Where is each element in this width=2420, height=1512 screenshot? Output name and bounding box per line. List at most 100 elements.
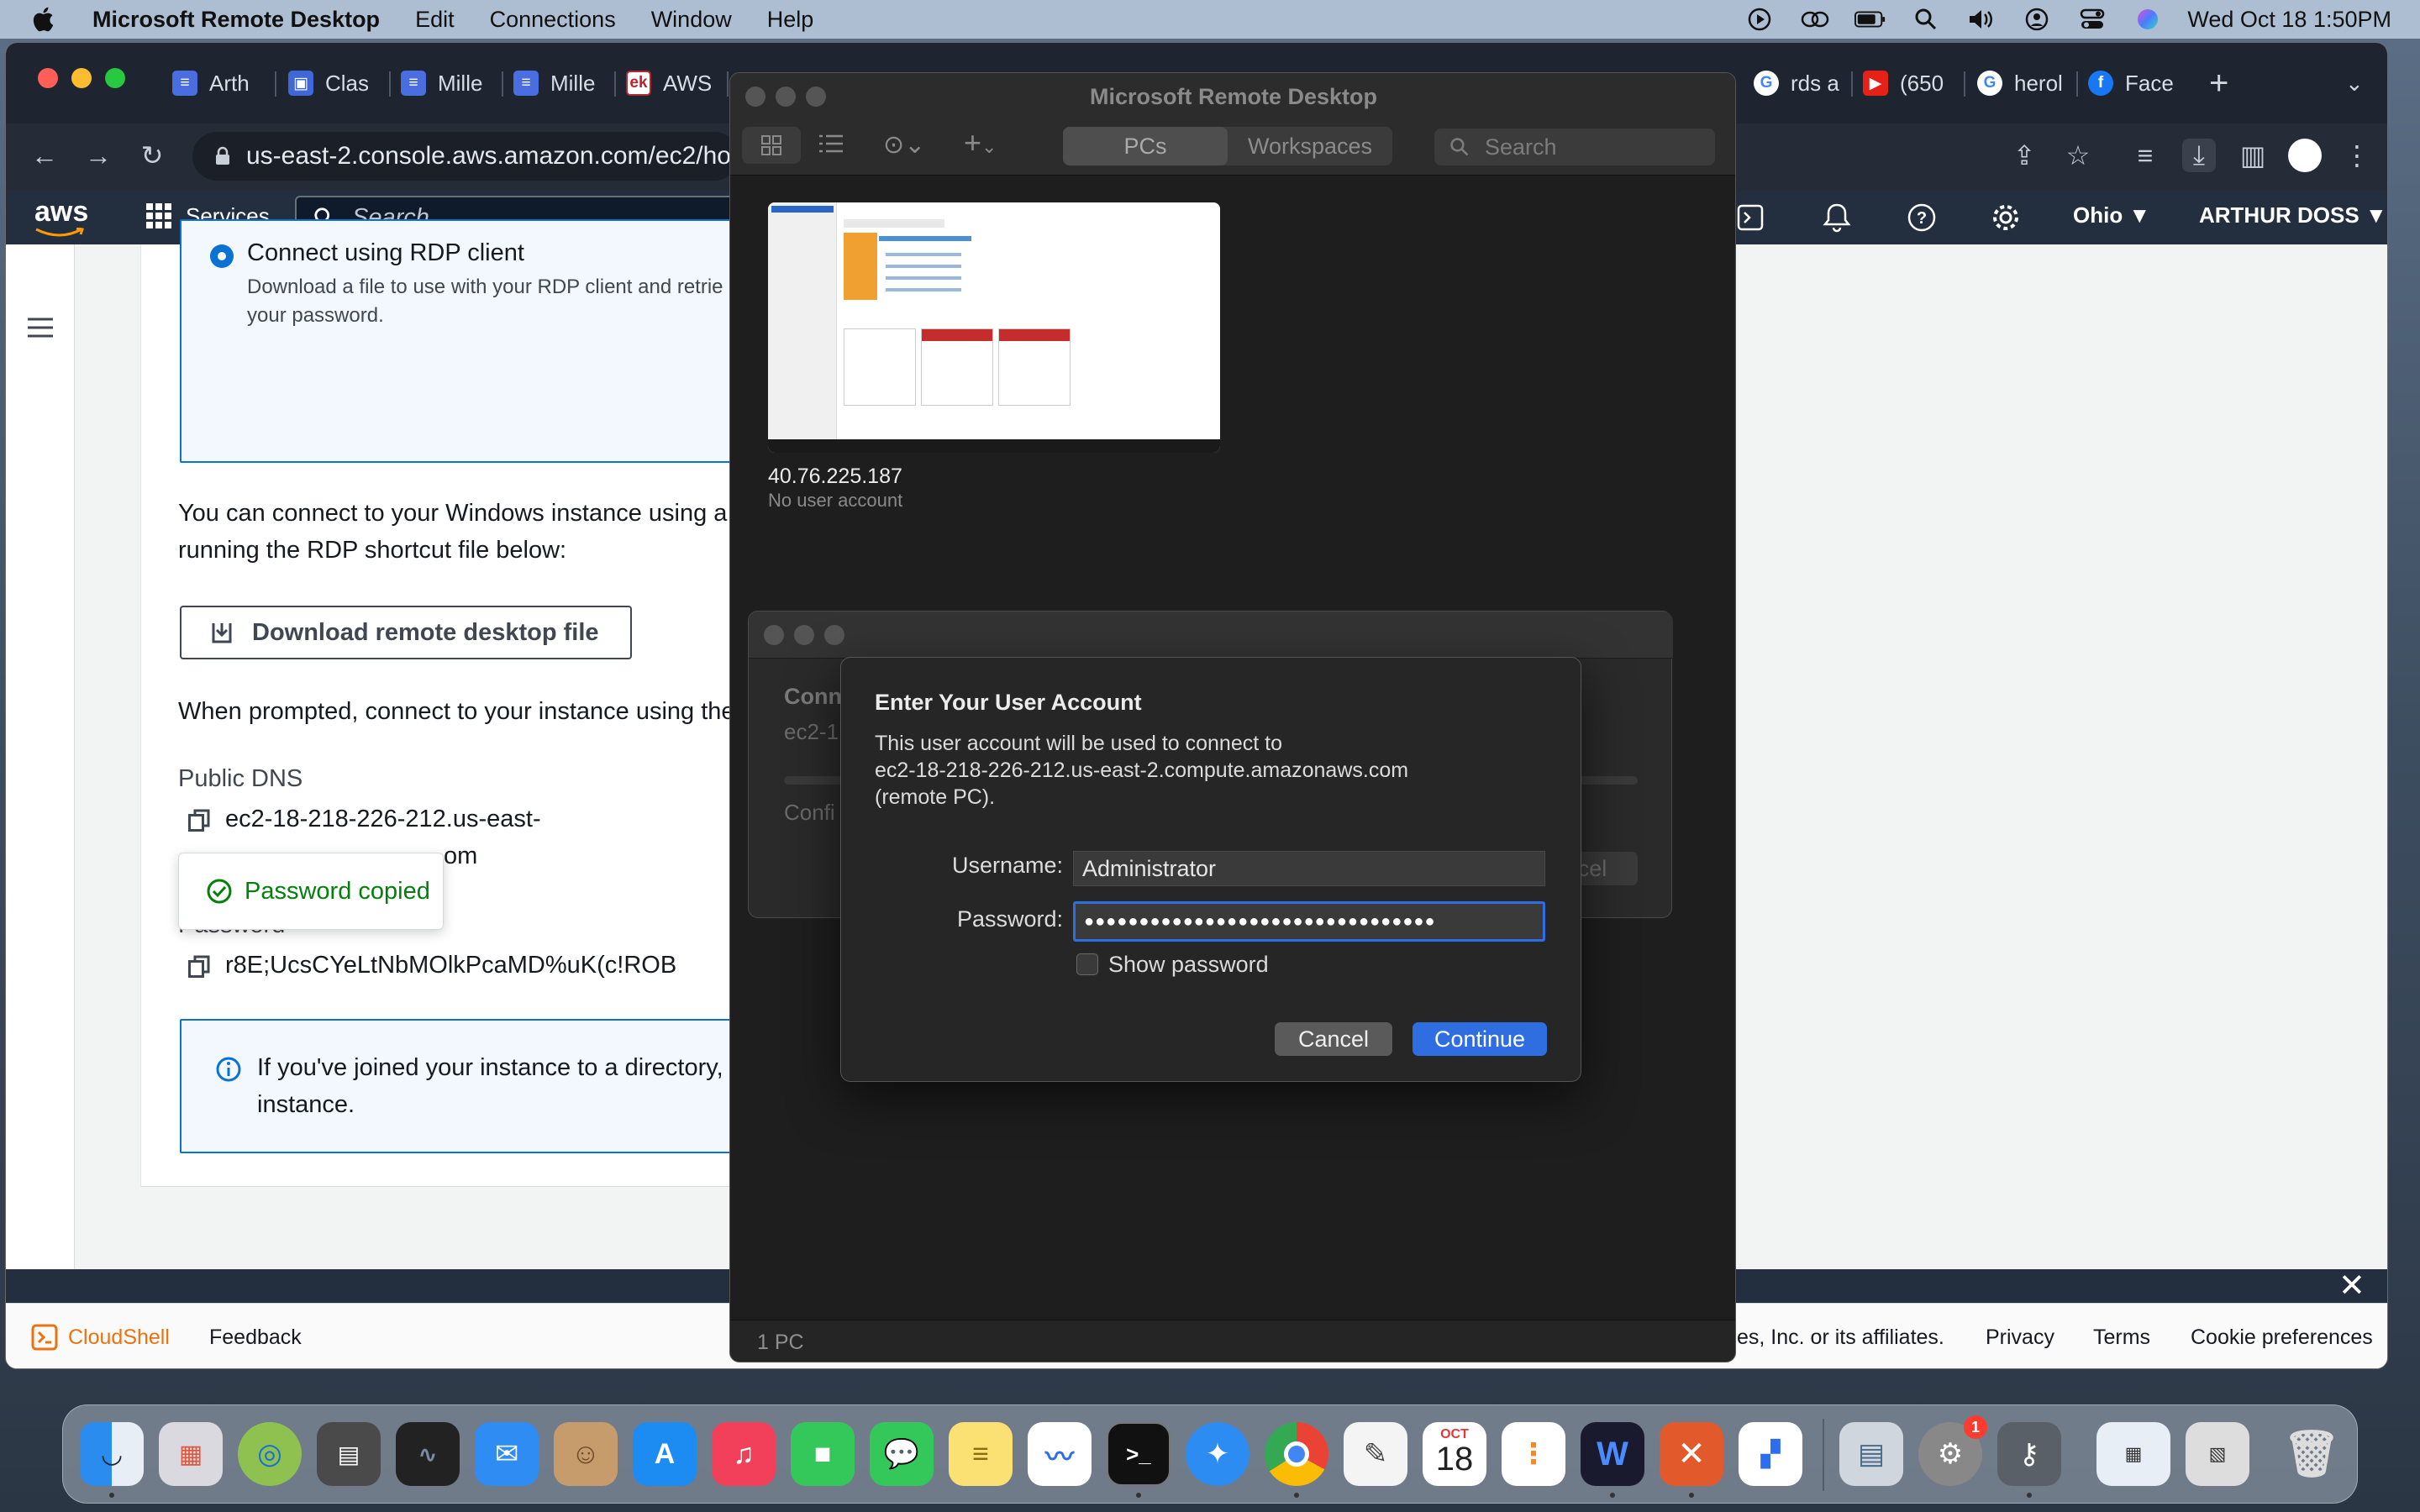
cloudshell-link[interactable]: CloudShell: [31, 1324, 170, 1351]
cookie-preferences-link[interactable]: Cookie preferences: [2191, 1326, 2373, 1350]
show-password-checkbox[interactable]: [1076, 953, 1098, 975]
launchpad-icon[interactable]: ▦: [159, 1422, 223, 1486]
password-input[interactable]: ●●●●●●●●●●●●●●●●●●●●●●●●●●●●●●●●: [1073, 901, 1545, 942]
tab-search-chevron-icon[interactable]: ⌄: [2345, 61, 2364, 105]
mrd-search-input[interactable]: Search: [1434, 129, 1715, 165]
battery-icon[interactable]: [1854, 3, 1886, 35]
chrome-icon[interactable]: [1265, 1422, 1328, 1486]
downloads-stack-icon[interactable]: ▦: [2096, 1422, 2170, 1486]
trash-icon[interactable]: 🗑: [2280, 1422, 2344, 1486]
mrd-close-button[interactable]: [745, 87, 765, 107]
back-arrow-icon[interactable]: ←: [28, 139, 61, 172]
activity-monitor-icon[interactable]: ∿: [396, 1422, 460, 1486]
freeform-icon[interactable]: 〰: [1028, 1422, 1092, 1486]
privacy-link[interactable]: Privacy: [1986, 1326, 2054, 1350]
feedback-link[interactable]: Feedback: [209, 1326, 302, 1350]
reminders-icon[interactable]: ⋮: [1502, 1422, 1565, 1486]
tab-pcs[interactable]: PCs: [1063, 127, 1228, 165]
settings-gear-icon[interactable]: [1991, 202, 2021, 233]
app-store-icon[interactable]: A: [633, 1422, 697, 1486]
forward-arrow-icon[interactable]: →: [82, 139, 115, 172]
pc-name[interactable]: 40.76.225.187: [768, 465, 902, 489]
connecting-minimize-button[interactable]: [794, 625, 814, 645]
volume-icon[interactable]: [1965, 3, 1997, 35]
download-icon[interactable]: ⤓: [2182, 139, 2216, 172]
siri-icon[interactable]: [2132, 3, 2164, 35]
region-selector[interactable]: Ohio ▼: [2073, 202, 2150, 228]
continue-button[interactable]: Continue: [1413, 1022, 1547, 1056]
list-view-icon[interactable]: [819, 134, 843, 158]
new-tab-plus-icon[interactable]: +: [2209, 61, 2228, 105]
share-icon[interactable]: ⇪: [2007, 139, 2041, 172]
help-icon[interactable]: ?: [1907, 202, 1937, 233]
tab-workspaces[interactable]: Workspaces: [1228, 127, 1392, 165]
download-rdp-file-button[interactable]: Download remote desktop file: [180, 606, 632, 659]
windows-app-icon[interactable]: ▞: [1739, 1422, 1802, 1486]
contacts-icon[interactable]: ☺: [554, 1422, 618, 1486]
radio-selected-icon[interactable]: [210, 244, 234, 268]
menubar-clock[interactable]: Wed Oct 18 1:50PM: [2187, 7, 2391, 33]
menu-edit[interactable]: Edit: [415, 7, 455, 33]
documents-stack-icon[interactable]: ▧: [2186, 1422, 2249, 1486]
pc-thumbnail[interactable]: [768, 202, 1220, 453]
reload-icon[interactable]: ↻: [135, 139, 169, 172]
connecting-close-button[interactable]: [764, 625, 784, 645]
spotlight-search-icon[interactable]: [1910, 3, 1942, 35]
close-window-button[interactable]: [38, 68, 58, 88]
hamburger-menu-icon[interactable]: [28, 317, 53, 339]
browser-tab[interactable]: ≡ Mille: [513, 61, 602, 105]
menu-window[interactable]: Window: [651, 7, 732, 33]
calendar-icon[interactable]: OCT 18: [1423, 1422, 1486, 1486]
profile-avatar[interactable]: [2288, 139, 2322, 172]
mail-icon[interactable]: ✉: [475, 1422, 539, 1486]
browser-tab[interactable]: ek AWS: [626, 61, 715, 105]
play-status-icon[interactable]: [1744, 3, 1776, 35]
screen-mirroring-icon[interactable]: [1799, 3, 1831, 35]
mrd-zoom-button[interactable]: [806, 87, 826, 107]
minimize-window-button[interactable]: [71, 68, 92, 88]
browser-tab[interactable]: Grds a: [1754, 61, 1843, 105]
facetime-icon[interactable]: ■: [791, 1422, 855, 1486]
notes-icon[interactable]: ≡: [949, 1422, 1013, 1486]
cloudshell-icon[interactable]: [1737, 204, 1764, 231]
account-menu[interactable]: ARTHUR DOSS ▼: [2199, 202, 2387, 228]
browser-tab[interactable]: f Face: [2088, 61, 2177, 105]
terminal-icon[interactable]: >_: [1107, 1422, 1171, 1486]
copy-password-icon[interactable]: [188, 955, 210, 979]
preview-icon[interactable]: ▤: [1839, 1422, 1903, 1486]
system-settings-icon[interactable]: ⚙ 1: [1918, 1415, 1987, 1486]
side-panel-icon[interactable]: ▥: [2236, 139, 2270, 172]
close-cloudshell-icon[interactable]: ✕: [2338, 1269, 2365, 1303]
apple-icon[interactable]: [30, 5, 59, 34]
more-menu-icon[interactable]: ⋮: [2340, 139, 2374, 172]
more-options-icon[interactable]: ⊙⌄: [883, 130, 925, 160]
menu-connections[interactable]: Connections: [490, 7, 616, 33]
aws-logo[interactable]: aws: [34, 196, 88, 228]
mrd-minimize-button[interactable]: [776, 87, 796, 107]
calculator-icon[interactable]: ▤: [317, 1422, 381, 1486]
reading-list-icon[interactable]: ≡: [2128, 139, 2162, 172]
connecting-zoom-button[interactable]: [824, 625, 844, 645]
show-password-label[interactable]: Show password: [1108, 952, 1269, 978]
notifications-bell-icon[interactable]: [1823, 202, 1851, 233]
music-icon[interactable]: ♫: [712, 1422, 776, 1486]
menu-help[interactable]: Help: [767, 7, 814, 33]
username-input[interactable]: Administrator: [1073, 851, 1545, 886]
safari-icon[interactable]: ✦: [1186, 1422, 1249, 1486]
finder-icon[interactable]: ◡: [80, 1422, 144, 1486]
bookmark-star-icon[interactable]: ☆: [2061, 139, 2095, 172]
browser-tab[interactable]: ≡ Mille: [401, 61, 490, 105]
messages-icon[interactable]: 💬: [870, 1422, 934, 1486]
keychain-access-icon[interactable]: ⚷: [1997, 1422, 2061, 1486]
textedit-icon[interactable]: ✎: [1344, 1422, 1407, 1486]
zoom-window-button[interactable]: [105, 68, 125, 88]
grid-view-icon[interactable]: [742, 127, 801, 164]
browser-tab[interactable]: ▣ Clas: [288, 61, 377, 105]
user-account-icon[interactable]: [2021, 3, 2053, 35]
control-center-icon[interactable]: [2076, 3, 2108, 35]
terms-link[interactable]: Terms: [2093, 1326, 2150, 1350]
remote-desktop-icon[interactable]: ✕: [1660, 1422, 1723, 1486]
browser-tab[interactable]: Gherol: [1977, 61, 2066, 105]
add-menu-icon[interactable]: +⌄: [964, 125, 997, 160]
cancel-button[interactable]: Cancel: [1275, 1022, 1392, 1056]
